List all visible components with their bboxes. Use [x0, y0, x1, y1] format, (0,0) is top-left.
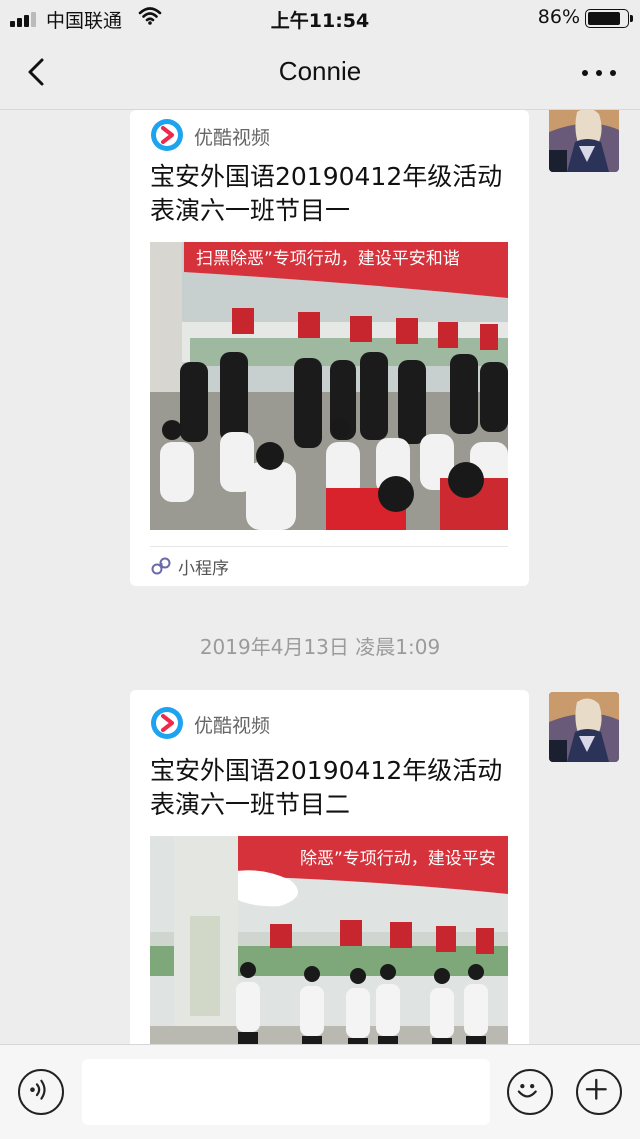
voice-icon[interactable] [18, 1069, 64, 1115]
banner-text: 除恶”专项行动，建设平安 [300, 849, 496, 869]
source-name: 优酷视频 [194, 127, 271, 149]
card-title: 宝安外国语20190412年级活动表演六一班节目一 [150, 162, 503, 225]
card-title: 宝安外国语20190412年级活动表演六一班节目二 [150, 756, 503, 819]
youku-logo-icon [151, 119, 183, 151]
mini-program-text: 小程序 [178, 559, 229, 579]
status-bar: 中国联通 上午11:54 86% [0, 0, 640, 36]
mini-program-icon [151, 557, 171, 575]
chat-messages[interactable]: 优酷视频 宝安外国语20190412年级活动表演六一班节目一 扫黑除恶”专项行动… [0, 110, 640, 1044]
avatar[interactable] [549, 110, 619, 172]
card-divider [150, 546, 508, 547]
banner-text: 扫黑除恶”专项行动，建设平安和谐 [196, 249, 460, 269]
chat-title: Connie [278, 56, 362, 86]
nav-bar: Connie [0, 36, 640, 110]
emoji-icon[interactable] [507, 1069, 553, 1115]
more-dots-icon[interactable] [576, 54, 622, 90]
message-input-bar [0, 1044, 640, 1139]
video-card[interactable]: 优酷视频 宝安外国语20190412年级活动表演六一班节目二 除恶”专项行动，建… [130, 690, 529, 1044]
message-timestamp: 2019年4月13日 凌晨1:09 [199, 635, 441, 659]
source-name: 优酷视频 [194, 715, 271, 737]
plus-icon[interactable] [576, 1069, 622, 1115]
video-thumbnail[interactable]: 除恶”专项行动，建设平安 [150, 836, 508, 1044]
youku-logo-icon [151, 707, 183, 739]
message-input[interactable] [82, 1059, 490, 1125]
avatar[interactable] [549, 692, 619, 762]
video-thumbnail[interactable]: 扫黑除恶”专项行动，建设平安和谐 [150, 242, 508, 530]
video-card[interactable]: 优酷视频 宝安外国语20190412年级活动表演六一班节目一 扫黑除恶”专项行动… [130, 110, 529, 586]
battery-percentage: 86% [537, 6, 580, 28]
battery-icon [585, 9, 633, 28]
